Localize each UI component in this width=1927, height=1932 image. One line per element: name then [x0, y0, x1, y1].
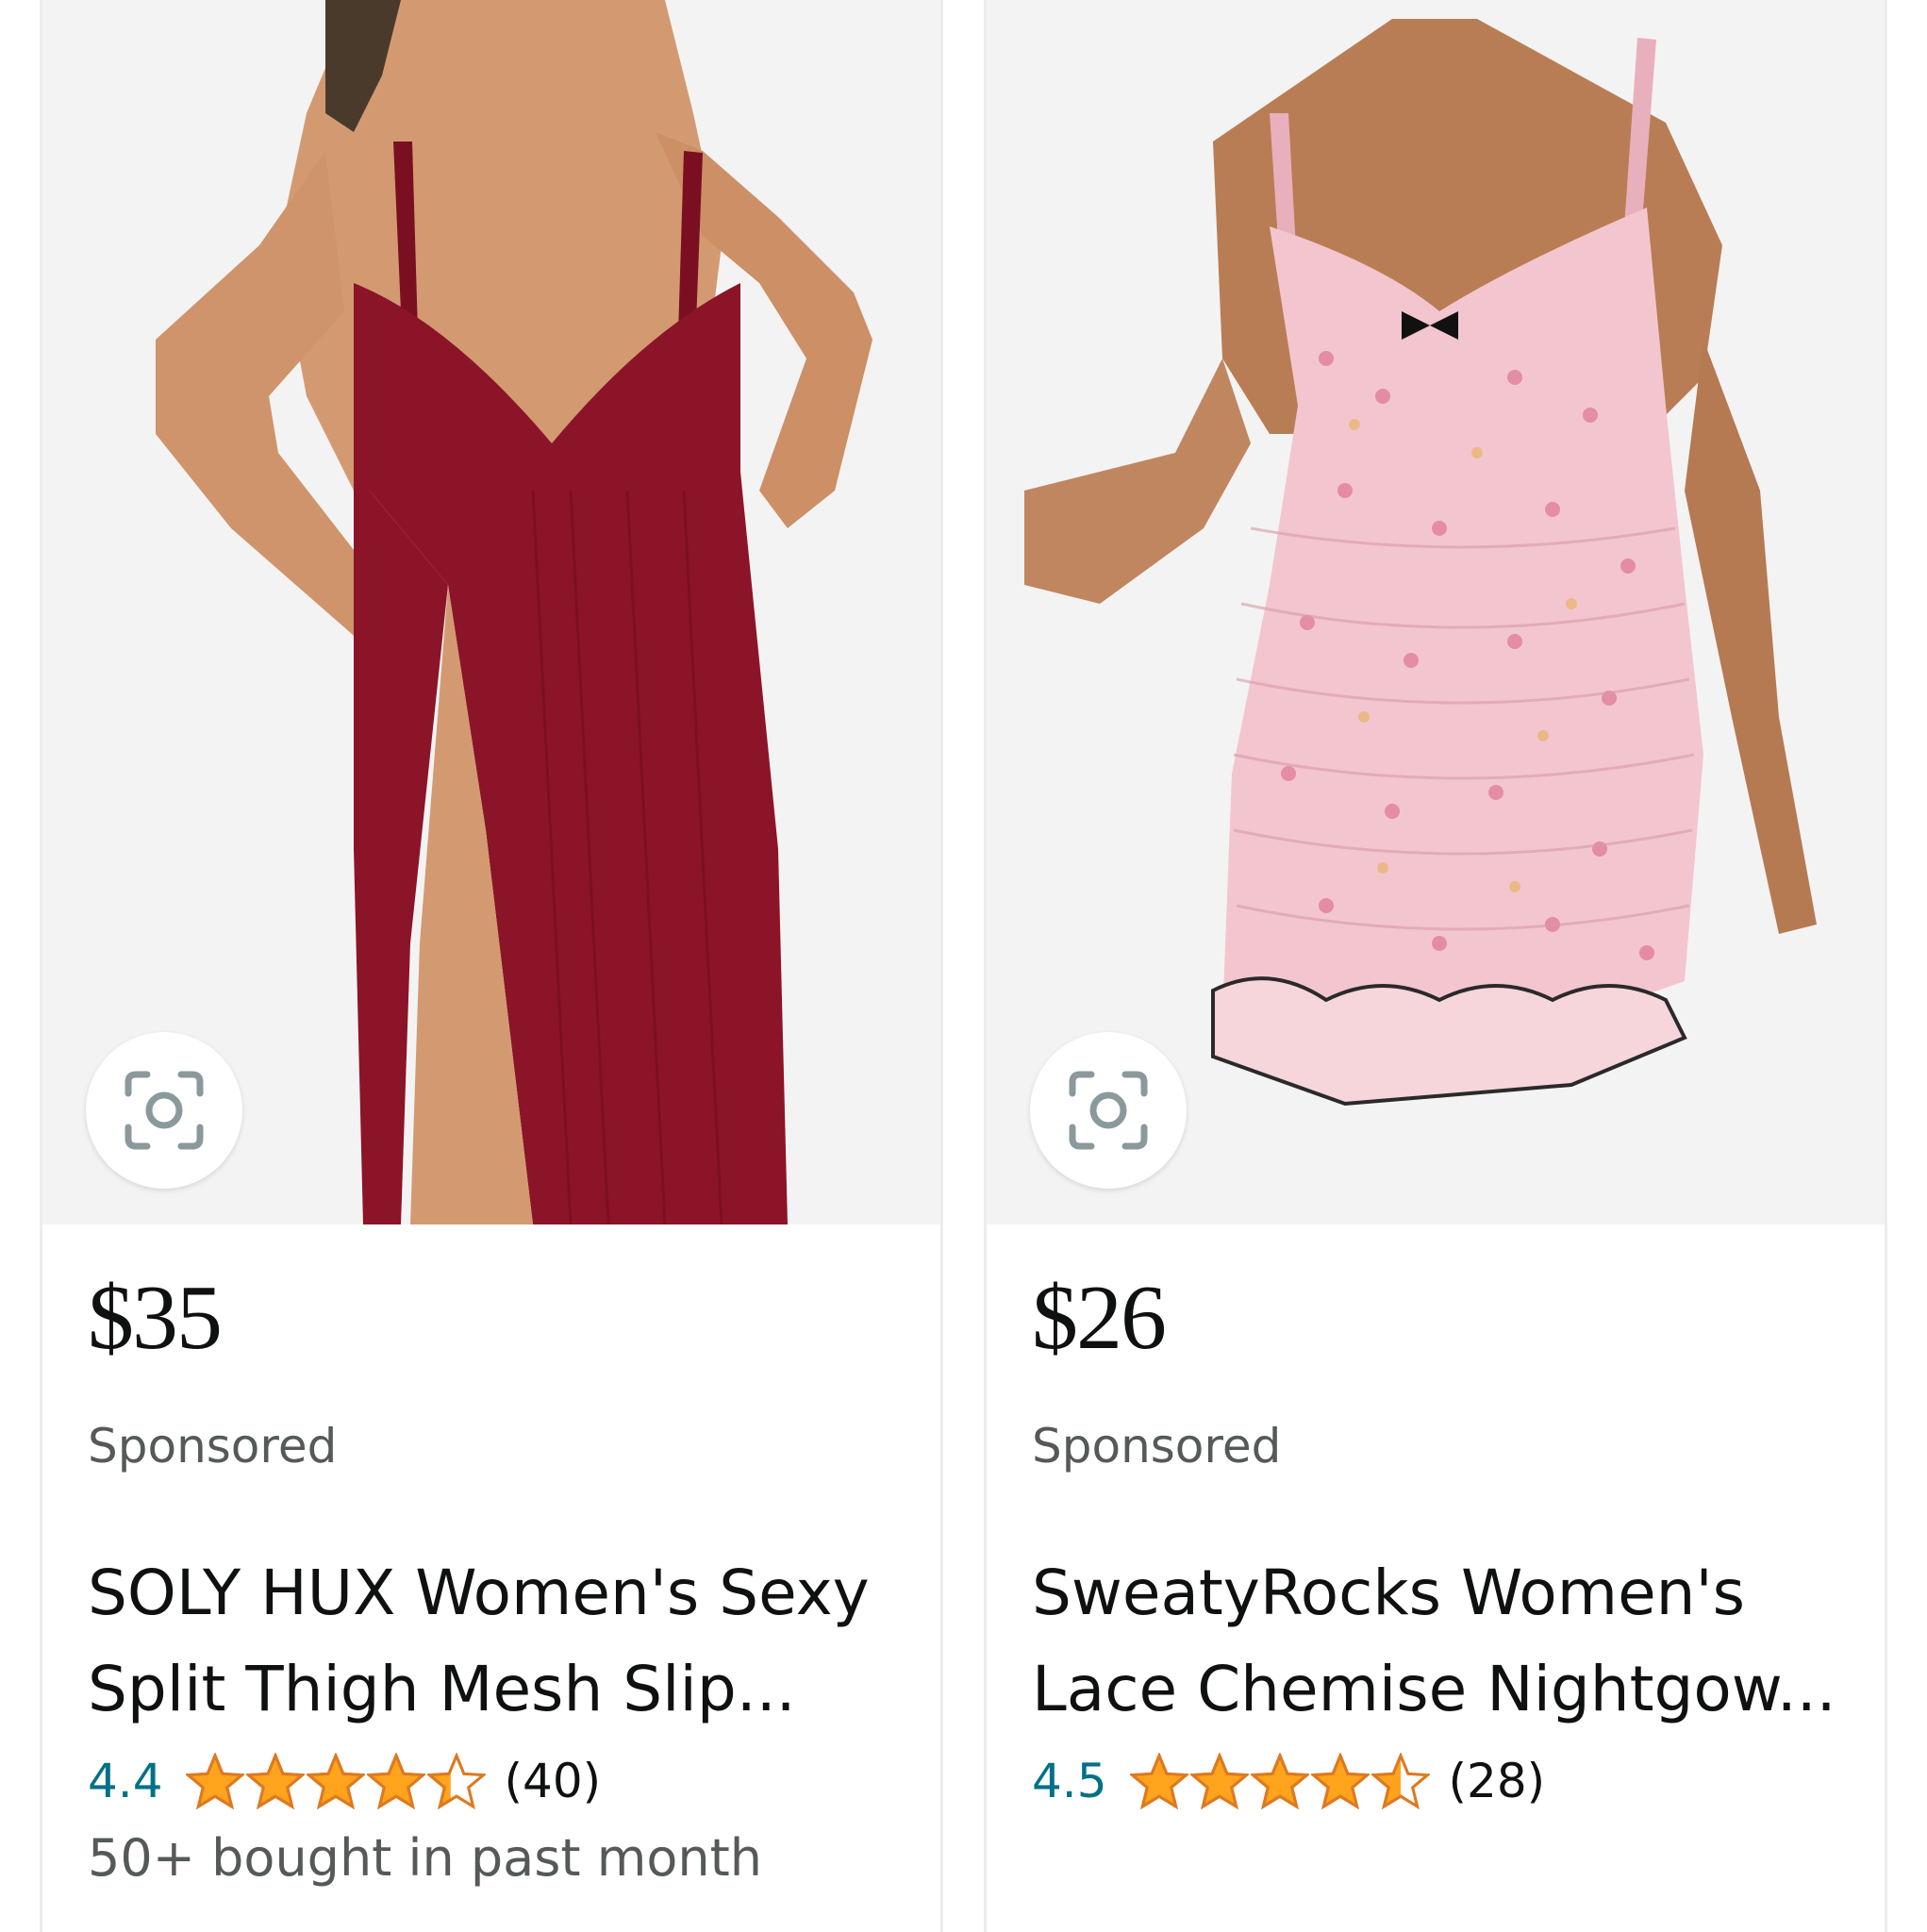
rating-row[interactable]: 4.4 (40): [88, 1748, 601, 1814]
bought-count: 50+ bought in past month: [88, 1828, 762, 1888]
camera-lens-icon: [119, 1065, 209, 1156]
product-info: $26 Sponsored SweatyRocks Women's Lace C…: [987, 1224, 1885, 1932]
visual-search-button[interactable]: [86, 1032, 242, 1189]
review-count[interactable]: (40): [505, 1754, 602, 1808]
star-rating[interactable]: [1129, 1753, 1432, 1809]
star-icon: [1129, 1753, 1188, 1809]
camera-lens-icon: [1063, 1065, 1154, 1156]
visual-search-button[interactable]: [1030, 1032, 1187, 1189]
star-icon: [245, 1753, 305, 1809]
rating-value: 4.4: [88, 1754, 163, 1808]
product-card[interactable]: $35 Sponsored SOLY HUX Women's Sexy Spli…: [40, 0, 943, 1932]
product-title-line[interactable]: Split Thigh Mesh Slip...: [88, 1641, 918, 1738]
sponsored-label: Sponsored: [88, 1419, 338, 1474]
rating-value: 4.5: [1032, 1754, 1107, 1808]
product-image[interactable]: [987, 0, 1885, 1224]
product-title[interactable]: SweatyRocks Women's Lace Chemise Nightgo…: [1032, 1545, 1862, 1738]
product-price: $26: [1032, 1267, 1167, 1369]
product-title-line[interactable]: SweatyRocks Women's: [1032, 1545, 1862, 1641]
star-icon: [306, 1753, 365, 1809]
star-icon: [366, 1753, 425, 1809]
star-icon: [1250, 1753, 1309, 1809]
review-count[interactable]: (28): [1449, 1754, 1546, 1808]
star-icon: [426, 1753, 486, 1809]
star-rating[interactable]: [185, 1753, 488, 1809]
product-title[interactable]: SOLY HUX Women's Sexy Split Thigh Mesh S…: [88, 1545, 918, 1738]
sponsored-label: Sponsored: [1032, 1419, 1282, 1474]
product-price: $35: [88, 1267, 223, 1369]
star-icon: [1189, 1753, 1249, 1809]
product-grid: $35 Sponsored SOLY HUX Women's Sexy Spli…: [0, 0, 1927, 1932]
star-icon: [185, 1753, 244, 1809]
product-image[interactable]: [42, 0, 940, 1224]
product-title-line[interactable]: Lace Chemise Nightgow...: [1032, 1641, 1862, 1738]
rating-row[interactable]: 4.5 (28): [1032, 1748, 1545, 1814]
product-info: $35 Sponsored SOLY HUX Women's Sexy Spli…: [42, 1224, 940, 1932]
product-title-line[interactable]: SOLY HUX Women's Sexy: [88, 1545, 918, 1641]
star-icon: [1310, 1753, 1370, 1809]
product-card[interactable]: $26 Sponsored SweatyRocks Women's Lace C…: [984, 0, 1887, 1932]
star-icon: [1370, 1753, 1430, 1809]
